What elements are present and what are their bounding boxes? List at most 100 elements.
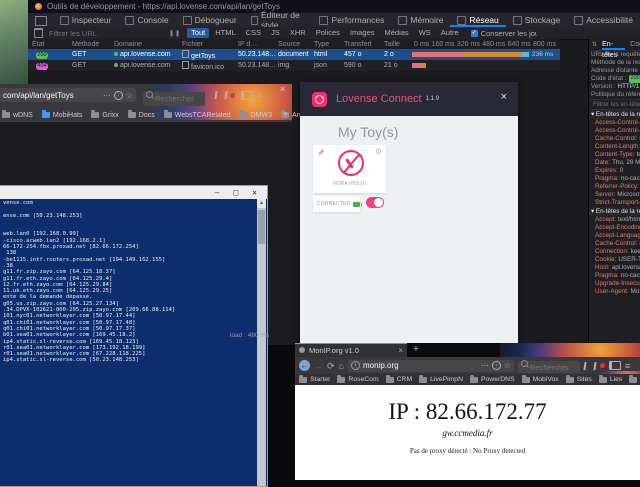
- filter-chip[interactable]: Médias: [381, 28, 413, 38]
- page-actions-icon[interactable]: ⋯: [103, 91, 111, 100]
- bookmark-item[interactable]: RoseCom: [337, 376, 378, 383]
- bookmark-star-icon[interactable]: ☆: [126, 91, 133, 100]
- toy-card[interactable]: ✎ ⚙ NORA (POLO): [313, 145, 386, 193]
- console-body[interactable]: vense.comense.com [50.23.148.253]web.lan…: [0, 199, 267, 486]
- bookmark-item[interactable]: CRM: [386, 376, 412, 383]
- bookmark-item[interactable]: Starter: [299, 376, 330, 383]
- persist-logs-option[interactable]: ✓ Conserver les jou: [471, 29, 537, 38]
- header-line[interactable]: Connection:keep-alive: [589, 248, 640, 256]
- header-line[interactable]: Strict-Transport-Security:ma: [589, 199, 640, 207]
- bookmark-item[interactable]: Sites: [566, 376, 592, 383]
- header-line[interactable]: Referrer-Policy:origin-when: [589, 183, 640, 191]
- devtools-tab[interactable]: Console: [118, 13, 175, 27]
- hamburger-menu-icon[interactable]: ≡: [258, 88, 263, 102]
- devtools-tab[interactable]: Débogueur: [176, 13, 244, 27]
- sidebar-icon[interactable]: [241, 91, 253, 100]
- devtools-tab[interactable]: Réseau: [450, 13, 505, 27]
- column-transfert[interactable]: Transfert: [344, 41, 384, 48]
- tab-close-icon[interactable]: ×: [398, 346, 403, 355]
- header-line[interactable]: Server:Microsoft-IIS/8.5: [589, 191, 640, 199]
- devtools-tab[interactable]: Inspecteur: [53, 13, 119, 27]
- bookmark-item[interactable]: LivePimpN: [419, 376, 463, 383]
- url-filter-input[interactable]: Filtrer les URL: [49, 29, 169, 38]
- bookmark-star-icon[interactable]: ☆: [504, 361, 511, 370]
- sidebar-icon[interactable]: [609, 361, 621, 370]
- back-icon[interactable]: ←: [299, 360, 310, 371]
- column-etat[interactable]: État: [28, 41, 72, 48]
- bookmark-item[interactable]: Grixx: [91, 112, 118, 119]
- column-ip[interactable]: IP d…: [238, 41, 278, 48]
- filter-chip[interactable]: XHR: [286, 28, 310, 38]
- devtools-tab[interactable]: Accessibilité: [567, 13, 640, 27]
- header-line[interactable]: Accept-Encoding:gzip, defla: [589, 224, 640, 232]
- request-headers-section[interactable]: ▾ En-têtes de la requête (503 o): [589, 207, 640, 216]
- scrollbar-thumb[interactable]: [258, 210, 265, 244]
- forward-icon[interactable]: →: [314, 359, 323, 373]
- header-line[interactable]: User-Agent:Mozilla/5.0 (W: [589, 288, 640, 296]
- clear-requests-icon[interactable]: [34, 28, 43, 38]
- header-line[interactable]: Upgrade-Insecure-Requests: [589, 280, 640, 288]
- network-request-row[interactable]: 200 GET api.lovense.com getToys 50.23.14…: [28, 49, 560, 60]
- url-text[interactable]: monip.org: [363, 361, 478, 370]
- url-bar[interactable]: com/api/lan/getToys ⋯ ↓ ☆: [0, 88, 136, 102]
- bookmark-item[interactable]: WebsTCARelated: [164, 112, 231, 119]
- bookmark-item[interactable]: PowerDNS: [470, 376, 515, 383]
- header-line[interactable]: Pragma:no-cache: [589, 175, 640, 183]
- column-source[interactable]: Source: [278, 41, 314, 48]
- close-icon[interactable]: ×: [252, 189, 257, 197]
- search-box[interactable]: [518, 357, 580, 375]
- header-line[interactable]: Cache-Control:no-cache, no: [589, 135, 640, 143]
- bookmarks-overflow-icon[interactable]: »: [283, 109, 287, 118]
- filter-chip[interactable]: Autre: [437, 28, 463, 38]
- pocket-save-icon[interactable]: ↓: [492, 361, 501, 370]
- filter-chip[interactable]: JS: [267, 28, 284, 38]
- bookmark-item[interactable]: Docs: [128, 112, 155, 119]
- window-close-icon[interactable]: ×: [280, 84, 285, 94]
- column-domaine[interactable]: Domaine: [114, 41, 182, 48]
- filter-chip[interactable]: WS: [415, 28, 435, 38]
- bookmark-item[interactable]: MobiHats: [42, 112, 83, 119]
- devtools-tab[interactable]: Mémoire: [391, 13, 450, 27]
- filter-chip[interactable]: Polices: [312, 28, 344, 38]
- column-methode[interactable]: Méthode: [72, 41, 114, 48]
- column-taille[interactable]: Taille: [384, 41, 410, 48]
- column-type[interactable]: Type: [314, 41, 344, 48]
- header-line[interactable]: Expires:0: [589, 167, 640, 175]
- maximize-icon[interactable]: □: [233, 189, 238, 197]
- new-tab-icon[interactable]: +: [413, 344, 419, 356]
- bookmark-item[interactable]: WebHTCRelated: [629, 376, 640, 383]
- hamburger-menu-icon[interactable]: ≡: [625, 359, 630, 373]
- bookmark-item[interactable]: Lies: [599, 376, 622, 383]
- filter-chip[interactable]: Tout: [187, 28, 209, 38]
- page-actions-icon[interactable]: ⋯: [481, 361, 489, 370]
- header-line[interactable]: Pragma:no-cache: [589, 272, 640, 280]
- filter-chip[interactable]: HTML: [211, 28, 239, 38]
- bookmark-item[interactable]: wDNS: [2, 112, 33, 119]
- header-line[interactable]: Content-Type:text/html;char: [589, 151, 640, 159]
- devtools-titlebar[interactable]: Outils de développement - https://api.lo…: [28, 0, 640, 13]
- console-scrollbar[interactable]: ▲: [257, 199, 266, 486]
- minimize-icon[interactable]: –: [215, 189, 220, 197]
- header-line[interactable]: Accept-Language:fr,fr-FR;q: [589, 232, 640, 240]
- network-request-row[interactable]: 404 GET api.lovense.com favicon.ico 50.2…: [28, 60, 560, 71]
- gear-icon[interactable]: ⚙: [375, 147, 382, 156]
- headers-filter-input[interactable]: Filtrer les en-têtes: [589, 99, 640, 110]
- pick-element-icon[interactable]: [35, 16, 47, 26]
- edit-pencil-icon[interactable]: ✎: [316, 149, 325, 156]
- home-icon[interactable]: ⌂: [339, 359, 344, 373]
- panel-swap-icon[interactable]: ⇅: [592, 41, 597, 48]
- console-titlebar[interactable]: – □ ×: [0, 186, 267, 199]
- devtools-tab[interactable]: Stockage: [506, 13, 567, 27]
- header-line[interactable]: Date:Thu, 28 Mar 2019 10:4: [589, 159, 640, 167]
- pocket-save-icon[interactable]: ↓: [114, 91, 123, 100]
- library-icon[interactable]: [214, 91, 227, 99]
- column-fichier[interactable]: Fichier: [182, 41, 238, 48]
- lovense-titlebar[interactable]: Lovense Connect 1.1.9 ×: [300, 82, 518, 116]
- devtools-tab[interactable]: Performances: [312, 13, 391, 27]
- tab-cookies[interactable]: Cookies: [630, 41, 640, 48]
- header-line[interactable]: Access-Control-Allow-Origi: [589, 127, 640, 135]
- tab-entetes[interactable]: En-têtes: [602, 39, 625, 50]
- header-line[interactable]: Cache-Control:no-cache: [589, 240, 640, 248]
- pause-traffic-icon[interactable]: ❚❚: [169, 30, 181, 37]
- header-line[interactable]: Access-Control-Allow-Heade: [589, 119, 640, 127]
